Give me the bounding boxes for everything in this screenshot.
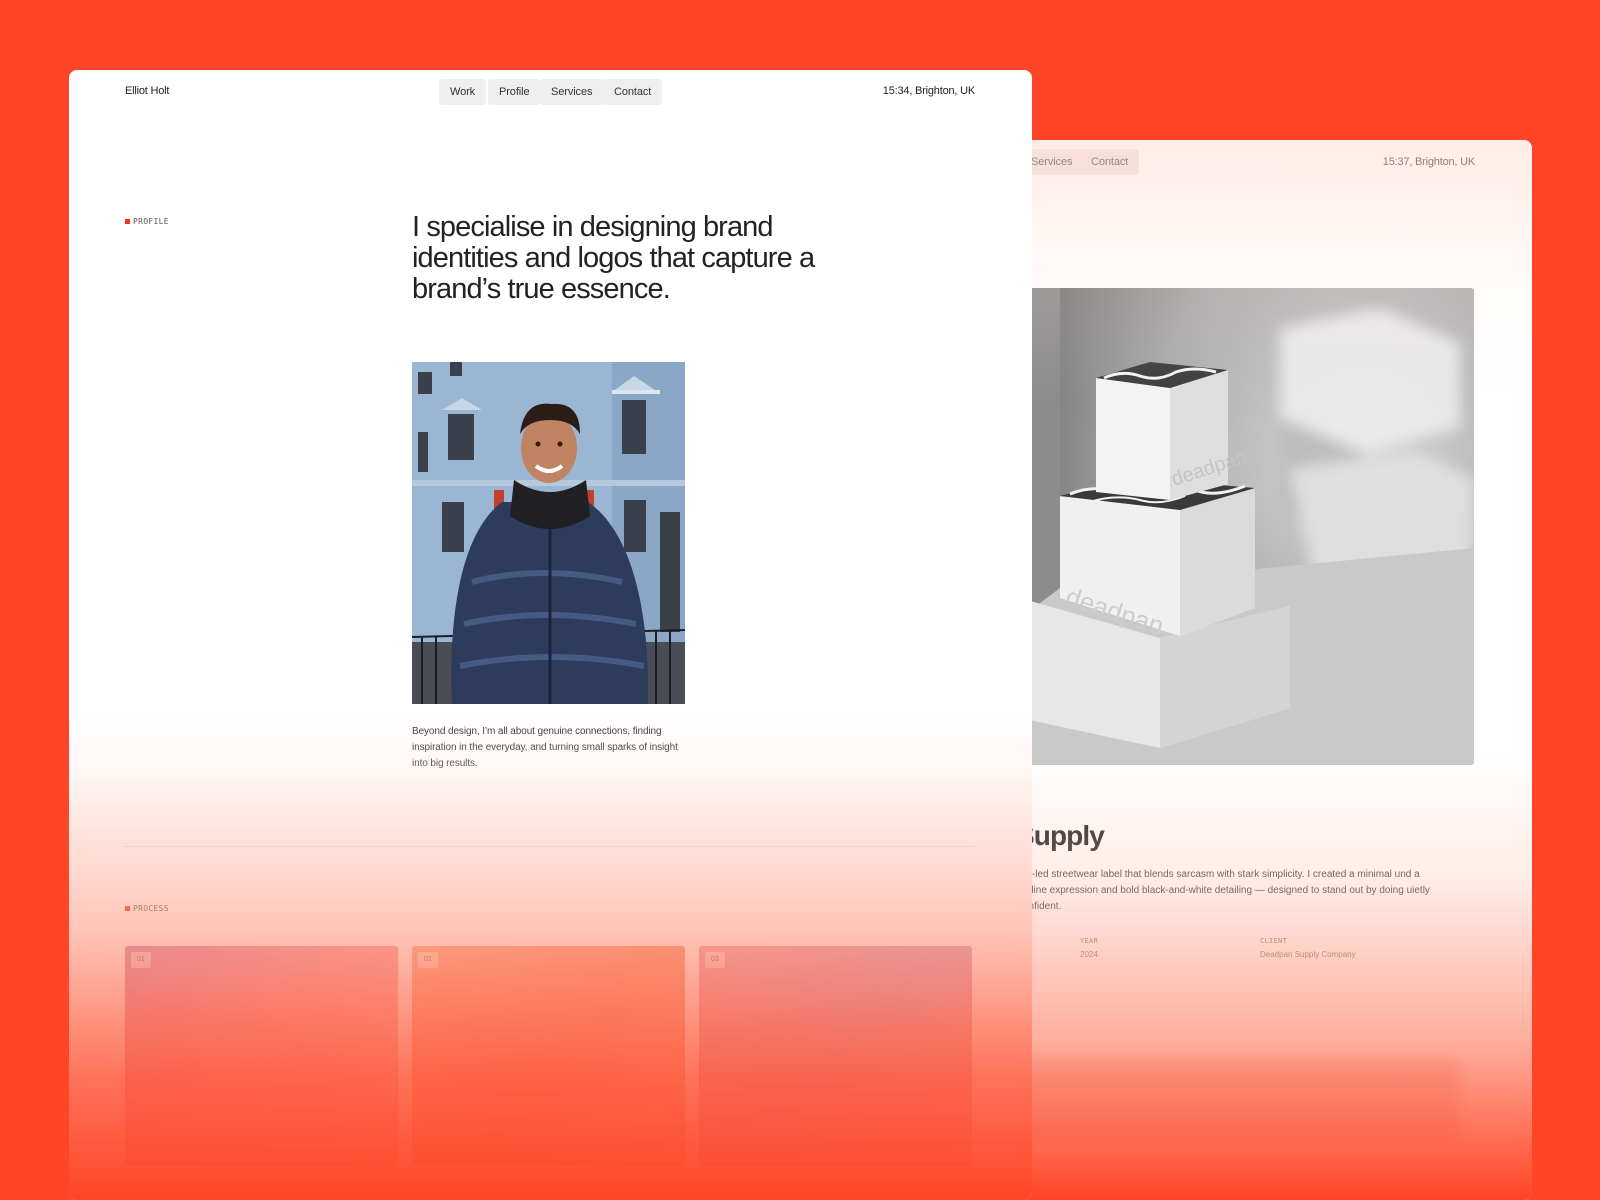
process-card[interactable]: 01 [125, 946, 398, 1166]
project-title: Supply [1020, 820, 1105, 851]
nav-profile[interactable]: Profile [488, 79, 541, 105]
location-time: 15:34, Brighton, UK [882, 85, 975, 97]
portrait-illustration [412, 362, 685, 704]
year-value: 2024 [1080, 950, 1098, 959]
profile-bio: Beyond design, I’m all about genuine con… [412, 726, 678, 769]
product-boxes-render: deadpan deadpan [1020, 288, 1474, 765]
process-card-number: 02 [418, 952, 438, 968]
client-value: Deadpan Supply Company [1260, 950, 1356, 959]
project-description: ept-led streetwear label that blends sar… [1020, 869, 1430, 912]
process-card-number: 01 [131, 952, 151, 968]
label-dot-icon [125, 906, 130, 911]
process-card[interactable]: 02 [412, 946, 685, 1166]
brand-name[interactable]: Elliot Holt [125, 85, 169, 97]
profile-section-label: PROFILE [125, 217, 169, 226]
nav-contact[interactable]: Contact [603, 79, 663, 105]
process-card-number: 03 [705, 952, 725, 968]
location-time: 15:37, Brighton, UK [1382, 156, 1475, 168]
portrait-photo [412, 362, 685, 704]
next-section-image [1020, 1060, 1460, 1142]
project-page-window: Services Contact 15:37, Brighton, UK dea… [1020, 140, 1532, 1200]
profile-headline: I specialise in designing brand identiti… [412, 211, 815, 305]
nav-contact[interactable]: Contact [1080, 149, 1140, 175]
process-card[interactable]: 03 [699, 946, 972, 1166]
process-label-text: PROCESS [133, 904, 169, 913]
section-divider [124, 846, 975, 847]
nav-services[interactable]: Services [540, 79, 604, 105]
process-section-label: PROCESS [125, 904, 169, 913]
label-dot-icon [125, 219, 130, 224]
profile-label-text: PROFILE [133, 217, 169, 226]
project-hero-image: deadpan deadpan [1020, 288, 1474, 765]
nav-work[interactable]: Work [439, 79, 487, 105]
client-label: CLIENT [1260, 937, 1288, 945]
year-label: YEAR [1080, 937, 1099, 945]
profile-page-window: Elliot Holt Work Profile Services Contac… [69, 70, 1032, 1200]
